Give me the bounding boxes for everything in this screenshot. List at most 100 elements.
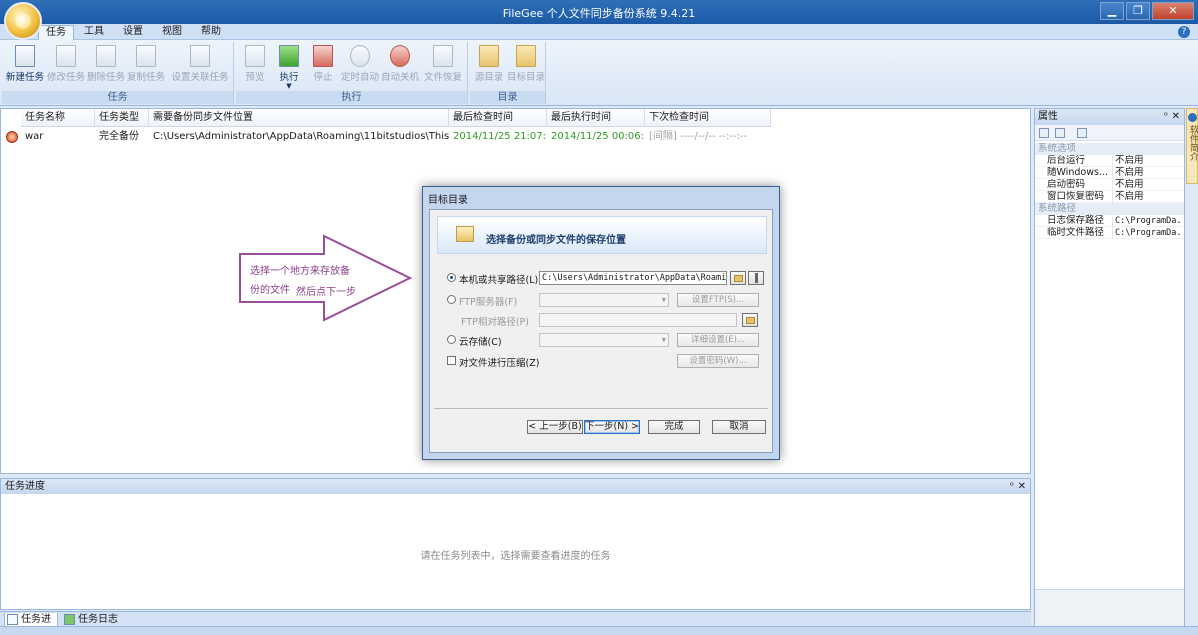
- minimize-button[interactable]: ▁: [1100, 2, 1124, 20]
- chevron-down-icon: ▼: [661, 336, 666, 344]
- close-button[interactable]: ✕: [1152, 2, 1194, 20]
- annotation-arrow-icon: [239, 234, 413, 322]
- source-dir-button[interactable]: 源目录: [472, 45, 506, 89]
- column-header[interactable]: 任务名称: [21, 109, 95, 127]
- dialog-body: 选择备份或同步文件的保存位置 本机或共享路径(L) C:\Users\Admin…: [429, 209, 773, 453]
- tab-help[interactable]: 帮助: [195, 25, 227, 40]
- ftp-path-input[interactable]: [539, 313, 737, 327]
- browse-folder-button[interactable]: [730, 271, 746, 285]
- property-value[interactable]: 不启用: [1112, 179, 1182, 191]
- task-status-icon: [6, 131, 18, 143]
- link-task-button[interactable]: 设置关联任务: [170, 45, 230, 89]
- auto-shutdown-label: 自动关机: [380, 72, 419, 83]
- software-intro-tab[interactable]: 软件简介: [1186, 108, 1198, 184]
- task-name-cell[interactable]: war: [21, 129, 95, 145]
- property-row[interactable]: 随Windows... 不启用: [1035, 167, 1184, 179]
- edit-task-button[interactable]: 修改任务: [46, 45, 86, 89]
- cloud-storage-select[interactable]: ▼: [539, 333, 669, 347]
- task-path-cell[interactable]: C:\Users\Administrator\AppData\Roaming\1…: [149, 129, 449, 145]
- close-icon[interactable]: ✕: [1018, 479, 1026, 494]
- ftp-settings-button[interactable]: 设置FTP(S)...: [677, 293, 759, 307]
- schedule-button[interactable]: 定时自动: [340, 45, 380, 89]
- tab-settings[interactable]: 设置: [117, 25, 149, 40]
- dialog-banner-text: 选择备份或同步文件的保存位置: [486, 235, 626, 246]
- column-header[interactable]: 下次检查时间: [645, 109, 771, 127]
- tab-tools[interactable]: 工具: [78, 25, 110, 40]
- finish-button[interactable]: 完成: [648, 420, 700, 434]
- column-header[interactable]: 任务类型: [95, 109, 149, 127]
- property-row[interactable]: 后台运行 不启用: [1035, 155, 1184, 167]
- cloud-storage-radio[interactable]: [447, 335, 456, 344]
- property-row[interactable]: 日志保存路径 C:\ProgramDa...: [1035, 215, 1184, 227]
- compress-checkbox[interactable]: [447, 356, 456, 365]
- target-dir-button[interactable]: 目标目录: [506, 45, 546, 89]
- property-value[interactable]: 不启用: [1112, 155, 1182, 167]
- property-category[interactable]: 系统路径: [1035, 203, 1184, 215]
- ftp-path-label: FTP相对路径(P): [461, 317, 529, 328]
- task-type-cell[interactable]: 完全备份: [95, 129, 149, 145]
- folder-icon: [746, 317, 755, 324]
- bottom-tabs: 任务进度 任务日志: [0, 611, 1031, 635]
- property-row[interactable]: 窗口恢复密码 不启用: [1035, 191, 1184, 203]
- last-check-cell[interactable]: 2014/11/25 21:07:37: [449, 129, 547, 145]
- cancel-button[interactable]: 取消: [712, 420, 766, 434]
- app-menu-orb-icon[interactable]: [4, 2, 42, 40]
- next-check-cell[interactable]: [间隔] ----/--/-- --:--:--: [645, 129, 771, 145]
- previous-step-button[interactable]: < 上一步(B): [527, 420, 583, 434]
- new-task-label: 新建任务: [5, 72, 44, 83]
- column-header[interactable]: 最后执行时间: [547, 109, 645, 127]
- last-exec-cell[interactable]: 2014/11/25 00:06:37: [547, 129, 645, 145]
- key-button[interactable]: [748, 271, 764, 285]
- local-path-input[interactable]: C:\Users\Administrator\AppData\Roaming\1…: [539, 271, 727, 285]
- cloud-storage-label: 云存储(C): [459, 337, 502, 348]
- pin-icon[interactable]: ᵒ: [1010, 479, 1014, 494]
- status-bar: [0, 626, 1198, 635]
- column-header[interactable]: 需要备份同步文件位置: [149, 109, 449, 127]
- property-row[interactable]: 启动密码 不启用: [1035, 179, 1184, 191]
- annotation-text: 选择一个地方来存放备: [250, 266, 350, 277]
- progress-header: 任务进度 ᵒ ✕: [1, 479, 1030, 494]
- property-row[interactable]: 临时文件路径 C:\ProgramDa...: [1035, 227, 1184, 239]
- window-controls: ▁ ❐ ✕: [1100, 2, 1194, 20]
- annotation-text: 然后点下一步: [296, 287, 356, 298]
- execute-button[interactable]: 执行 ▼: [272, 45, 306, 90]
- ftp-server-select[interactable]: ▼: [539, 293, 669, 307]
- copy-task-button[interactable]: 复制任务: [126, 45, 166, 89]
- tab-task-progress[interactable]: 任务进度: [4, 613, 58, 635]
- new-task-button[interactable]: 新建任务: [4, 45, 46, 89]
- preview-button[interactable]: 预览: [238, 45, 272, 89]
- property-key: 临时文件路径: [1047, 227, 1105, 238]
- tab-task[interactable]: 任务: [38, 25, 74, 40]
- copy-task-icon: [136, 45, 156, 67]
- auto-shutdown-button[interactable]: 自动关机: [380, 45, 420, 89]
- pin-icon[interactable]: ᵒ: [1164, 109, 1168, 125]
- property-category[interactable]: 系统选项: [1035, 143, 1184, 155]
- column-header[interactable]: 最后检查时间: [449, 109, 547, 127]
- cloud-settings-button[interactable]: 详细设置(E)...: [677, 333, 759, 347]
- log-icon: [64, 614, 75, 625]
- property-pages-icon[interactable]: [1077, 128, 1087, 138]
- chevron-down-icon: ▼: [286, 82, 292, 90]
- ftp-browse-button[interactable]: [742, 313, 758, 327]
- delete-task-icon: [96, 45, 116, 67]
- next-step-button[interactable]: 下一步(N) >: [584, 420, 640, 434]
- delete-task-button[interactable]: 删除任务: [86, 45, 126, 89]
- tab-view[interactable]: 视图: [156, 25, 188, 40]
- maximize-button[interactable]: ❐: [1126, 2, 1150, 20]
- alphabetical-icon[interactable]: [1055, 128, 1065, 138]
- property-value[interactable]: 不启用: [1112, 191, 1182, 203]
- property-value[interactable]: C:\ProgramDa...: [1112, 227, 1182, 239]
- categorized-icon[interactable]: [1039, 128, 1049, 138]
- properties-header: 属性 ᵒ ✕: [1035, 109, 1184, 125]
- ftp-radio[interactable]: [447, 295, 456, 304]
- close-icon[interactable]: ✕: [1172, 109, 1180, 125]
- file-restore-button[interactable]: 文件恢复: [422, 45, 464, 89]
- stop-button[interactable]: 停止: [306, 45, 340, 89]
- property-value[interactable]: 不启用: [1112, 167, 1182, 179]
- set-password-button[interactable]: 设置密码(W)...: [677, 354, 759, 368]
- help-icon[interactable]: ?: [1178, 26, 1190, 38]
- property-value[interactable]: C:\ProgramDa...: [1112, 215, 1182, 227]
- tab-task-log[interactable]: 任务日志: [62, 613, 118, 627]
- dialog-separator: [434, 408, 768, 409]
- local-path-radio[interactable]: [447, 273, 456, 282]
